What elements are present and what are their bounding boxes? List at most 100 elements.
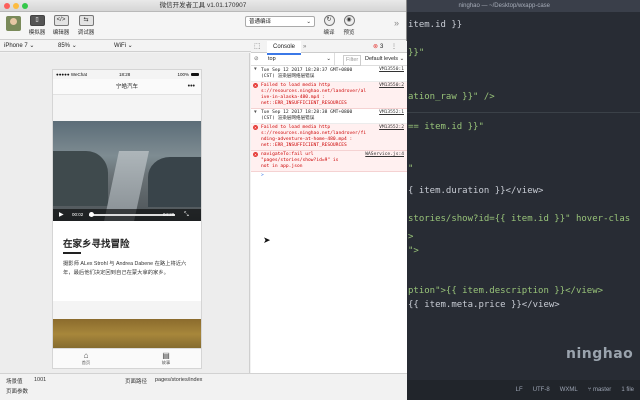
expand-triangle-icon[interactable]: ▼ bbox=[254, 67, 257, 73]
zoom-select[interactable]: 85% ⌄ bbox=[58, 40, 77, 52]
battery-percent: 100% bbox=[177, 72, 189, 77]
tab-stories-label: 故事 bbox=[161, 360, 171, 365]
carrier: ●●●●● WeChat bbox=[56, 72, 88, 77]
menu-icon[interactable]: ⋮ bbox=[391, 41, 397, 53]
expand-triangle-icon[interactable]: ▼ bbox=[254, 110, 257, 116]
fullscreen-icon[interactable]: ⤡ bbox=[184, 209, 189, 221]
message-source-link[interactable]: VM13552:1 bbox=[379, 110, 404, 116]
updates-indicator[interactable]: 1 file bbox=[621, 387, 634, 393]
network-select[interactable]: WiFi ⌄ bbox=[114, 40, 133, 52]
message-source-link[interactable]: VM13552:2 bbox=[379, 125, 404, 131]
code-line[interactable]: "> bbox=[408, 246, 419, 256]
phone-screen: ●●●●● WeChat 18:28 100% 宁皓汽车 ••• ▶ 00:02 bbox=[52, 69, 202, 369]
simulator-button[interactable]: ▯ 模拟器 bbox=[24, 15, 50, 36]
console-error[interactable]: × navigateTo:fail url "pages/stories/sho… bbox=[251, 151, 407, 172]
code-line[interactable]: { item.duration }}</view> bbox=[408, 186, 543, 196]
levels-select[interactable]: Default levels ⌄ bbox=[365, 53, 404, 66]
code-line[interactable]: stories/show?id={{ item.id }}" hover-cla… bbox=[408, 214, 630, 224]
video-frame bbox=[148, 157, 201, 207]
console-error[interactable]: × Failed to load media http s://resource… bbox=[251, 82, 407, 109]
prompt-icon: > bbox=[261, 173, 264, 178]
grammar-indicator[interactable]: WXML bbox=[560, 387, 578, 393]
code-line[interactable]: == item.id }}" bbox=[408, 122, 484, 132]
preview-label: 预览 bbox=[343, 30, 355, 36]
code-line[interactable]: > bbox=[408, 232, 413, 242]
debugger-label: 调试器 bbox=[77, 30, 95, 36]
error-icon: × bbox=[253, 83, 258, 88]
filter-input[interactable]: Filter bbox=[343, 55, 362, 66]
video-controls: ▶ 00:02 04:28 ⤡ bbox=[53, 209, 201, 221]
video-total-time: 04:28 bbox=[163, 212, 175, 217]
message-text: Tue Sep 12 2017 18:28:37 GMT+0800 (CST) … bbox=[261, 68, 353, 79]
refresh-icon: ↻ bbox=[323, 15, 335, 26]
story-card[interactable]: ▶ 00:02 04:28 ⤡ 在家乡寻找冒险 摄影师 ALex Strohl … bbox=[53, 121, 201, 301]
mouse-cursor-icon: ➤ bbox=[263, 235, 271, 245]
message-source-link[interactable]: VM13550:2 bbox=[379, 83, 404, 89]
more-tabs-icon[interactable]: » bbox=[303, 41, 306, 53]
simulator-panel: ●●●●● WeChat 18:28 100% 宁皓汽车 ••• ▶ 00:02 bbox=[0, 53, 250, 373]
code-line[interactable]: ption">{{ item.description }}</view> bbox=[408, 286, 603, 296]
compile-mode-value: 普通编译 bbox=[249, 19, 272, 25]
error-count: 3 bbox=[380, 44, 384, 50]
code-line[interactable]: }}" bbox=[408, 48, 424, 58]
debugger-button[interactable]: ⇆ 调试器 bbox=[73, 15, 99, 36]
context-value: top bbox=[268, 56, 276, 62]
minimize-window-button[interactable] bbox=[13, 3, 19, 9]
error-icon: ⊗ bbox=[373, 44, 379, 50]
message-text: Failed to load media http s://resources.… bbox=[261, 83, 367, 106]
play-icon[interactable]: ▶ bbox=[59, 209, 64, 221]
clear-icon[interactable]: ⊘ bbox=[254, 53, 259, 66]
code-icon: </> bbox=[53, 15, 69, 26]
git-branch[interactable]: ⑂ master bbox=[588, 387, 612, 393]
message-text: Failed to load media http s://resources.… bbox=[261, 125, 367, 148]
context-select[interactable]: top ⌄ bbox=[265, 53, 335, 66]
story-description: 摄影师 ALex Strohl 与 Andrea Dabene 在路上将近六年，… bbox=[63, 261, 187, 276]
title-underline bbox=[63, 252, 81, 254]
code-line[interactable]: ation_raw }}" /> bbox=[408, 92, 495, 102]
video-progress-handle[interactable] bbox=[89, 212, 94, 217]
select-arrow-icon: ⌄ bbox=[306, 19, 311, 25]
page-path-value: pages/stories/index bbox=[155, 377, 203, 383]
home-icon: ⌂ bbox=[83, 351, 89, 360]
maximize-window-button[interactable] bbox=[22, 3, 28, 9]
console-error[interactable]: × Failed to load media http s://resource… bbox=[251, 124, 407, 151]
tab-home-label: 首页 bbox=[81, 360, 91, 365]
code-line[interactable]: item.id }} bbox=[408, 20, 462, 30]
console-message[interactable]: ▼ Tue Sep 12 2017 18:28:38 GMT+0800 (CST… bbox=[251, 109, 407, 124]
editor-button[interactable]: </> 编辑器 bbox=[48, 15, 74, 36]
message-source-link[interactable]: WAService.js:4 bbox=[365, 152, 404, 158]
scene-label: 场景值 bbox=[6, 379, 23, 385]
git-branch-label: master bbox=[592, 387, 612, 393]
code-line[interactable]: " bbox=[408, 164, 413, 174]
close-window-button[interactable] bbox=[4, 3, 10, 9]
levels-value: Default levels bbox=[365, 56, 399, 62]
preview-button[interactable]: ◉ 预览 bbox=[336, 15, 362, 36]
device-select[interactable]: iPhone 7 ⌄ bbox=[4, 40, 34, 52]
avatar[interactable] bbox=[6, 16, 21, 31]
tab-stories[interactable]: ▤ 故事 bbox=[146, 351, 186, 366]
expand-icon[interactable]: » bbox=[394, 18, 399, 28]
message-source-link[interactable]: VM13550:1 bbox=[379, 67, 404, 73]
message-text: Tue Sep 12 2017 18:28:38 GMT+0800 (CST) … bbox=[261, 110, 353, 121]
compile-label: 编译 bbox=[323, 30, 335, 36]
console-prompt[interactable]: > bbox=[251, 172, 407, 180]
chevron-down-icon: ⌄ bbox=[326, 56, 331, 62]
error-icon: × bbox=[253, 152, 258, 157]
code-line[interactable]: {{ item.meta.price }}</view> bbox=[408, 300, 560, 310]
video-current-time: 00:02 bbox=[72, 212, 84, 217]
chevron-down-icon: ⌄ bbox=[399, 56, 405, 62]
encoding-indicator[interactable]: UTF-8 bbox=[533, 387, 550, 393]
compile-mode-select[interactable]: 普通编译 ⌄ bbox=[245, 16, 315, 27]
inspect-icon[interactable]: ⬚ bbox=[254, 41, 261, 53]
network-value: WiFi bbox=[114, 43, 126, 49]
line-ending-indicator[interactable]: LF bbox=[516, 387, 523, 393]
video-player[interactable]: ▶ 00:02 04:28 ⤡ bbox=[53, 121, 201, 221]
more-icon[interactable]: ••• bbox=[188, 79, 195, 95]
console-filter-bar: ⊘ top ⌄ Filter Default levels ⌄ bbox=[251, 53, 407, 66]
chevron-down-icon: ⌄ bbox=[71, 43, 77, 49]
tab-home[interactable]: ⌂ 首页 bbox=[66, 351, 106, 366]
page-params-label: 页面参数 bbox=[6, 389, 29, 395]
device-value: iPhone 7 bbox=[4, 43, 28, 49]
phone-status-bar: ●●●●● WeChat 18:28 100% bbox=[53, 70, 201, 79]
console-message[interactable]: ▼ Tue Sep 12 2017 18:28:37 GMT+0800 (CST… bbox=[251, 66, 407, 82]
